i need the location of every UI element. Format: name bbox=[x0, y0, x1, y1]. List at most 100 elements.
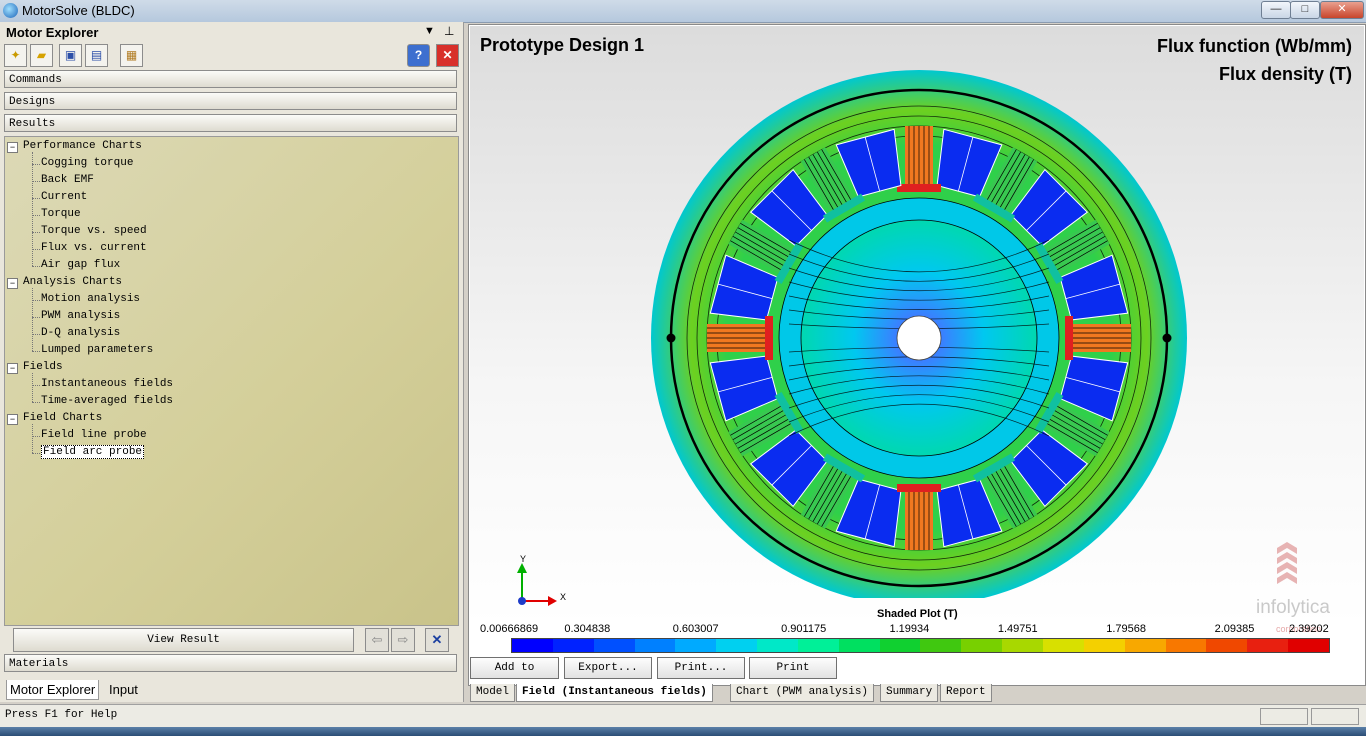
export-button[interactable]: Export... bbox=[564, 657, 652, 679]
maximize-button[interactable]: □ bbox=[1290, 1, 1320, 19]
section-results[interactable]: Results bbox=[4, 114, 457, 132]
legend-tick-label: 1.19934 bbox=[889, 623, 930, 635]
tree-connector bbox=[32, 152, 33, 266]
tree-expander-icon[interactable]: − bbox=[7, 142, 18, 153]
tab-input[interactable]: Input bbox=[106, 680, 141, 699]
tree-item[interactable]: Field line probe bbox=[41, 429, 147, 441]
colorbar-segment bbox=[1083, 639, 1125, 652]
new-file-icon[interactable]: ✦ bbox=[4, 44, 27, 67]
tree-expander-icon[interactable]: − bbox=[7, 278, 18, 289]
tree-item[interactable]: D-Q analysis bbox=[41, 327, 120, 339]
axis-triad bbox=[517, 563, 557, 606]
view-result-button[interactable]: View Result bbox=[13, 628, 354, 652]
tree-item[interactable]: Instantaneous fields bbox=[41, 378, 173, 390]
close-panel-icon[interactable]: ✕ bbox=[436, 44, 459, 67]
app-icon bbox=[3, 3, 18, 18]
tree-connector bbox=[32, 334, 40, 335]
tab-summary[interactable]: Summary bbox=[880, 684, 939, 702]
tree-expander-icon[interactable]: − bbox=[7, 414, 18, 425]
shaft-hole bbox=[896, 315, 942, 361]
explorer-bottom-tabs: Motor Explorer Input bbox=[4, 677, 457, 700]
status-panel bbox=[1311, 708, 1359, 725]
pin-icon[interactable]: ⊥ bbox=[444, 24, 454, 38]
section-commands[interactable]: Commands bbox=[4, 70, 457, 88]
tree-item[interactable]: Time-averaged fields bbox=[41, 395, 173, 407]
tree-connector bbox=[32, 164, 40, 165]
legend-tick-label: 0.603007 bbox=[672, 623, 719, 635]
tree-item[interactable]: Motion analysis bbox=[41, 293, 140, 305]
tree-item[interactable]: Flux vs. current bbox=[41, 242, 147, 254]
colorbar-segment bbox=[593, 639, 635, 652]
taskbar bbox=[0, 727, 1366, 736]
field-plot-viewport[interactable]: Prototype Design 1 Flux function (Wb/mm)… bbox=[470, 26, 1364, 653]
add-to-button[interactable]: Add to bbox=[470, 657, 559, 679]
tree-item[interactable]: Air gap flux bbox=[41, 259, 120, 271]
tree-item[interactable]: Cogging torque bbox=[41, 157, 133, 169]
legend-tick-label: 0.00666869 bbox=[480, 623, 539, 635]
colorbar-segment bbox=[961, 639, 1003, 652]
print-button[interactable]: Print bbox=[749, 657, 837, 679]
tree-group[interactable]: Field Charts bbox=[23, 412, 102, 424]
colorbar-segment bbox=[552, 639, 594, 652]
colorbar-segment bbox=[1288, 639, 1329, 652]
close-window-button[interactable]: ✕ bbox=[1320, 1, 1364, 19]
colorbar-segment bbox=[634, 639, 676, 652]
tab-field[interactable]: Field (Instantaneous fields) bbox=[516, 684, 713, 702]
save-icon[interactable]: ▣ bbox=[59, 44, 82, 67]
colorbar-segment bbox=[1247, 639, 1289, 652]
legend-tick-label: 0.901175 bbox=[781, 623, 827, 635]
tree-item[interactable]: Field arc probe bbox=[41, 445, 145, 459]
tree-expander-icon[interactable]: − bbox=[7, 363, 18, 374]
section-materials[interactable]: Materials bbox=[4, 654, 457, 672]
status-text: Press F1 for Help bbox=[5, 709, 118, 721]
axis-x-label: X bbox=[560, 592, 567, 602]
tree-item[interactable]: Current bbox=[41, 191, 87, 203]
tree-connector bbox=[32, 351, 40, 352]
motor-explorer-panel: Motor Explorer ▼ ⊥ ✦ ▰ ▣ ▤ ▦ ? ✕ Command… bbox=[0, 22, 464, 702]
colorbar-segment bbox=[675, 639, 717, 652]
tree-item[interactable]: Torque vs. speed bbox=[41, 225, 147, 237]
tree-group[interactable]: Performance Charts bbox=[23, 140, 142, 152]
legend-tick-label: 0.304838 bbox=[564, 623, 611, 635]
tree-item[interactable]: Torque bbox=[41, 208, 81, 220]
properties-icon[interactable]: ▦ bbox=[120, 44, 143, 67]
tree-item[interactable]: Lumped parameters bbox=[41, 344, 153, 356]
axis-y-label: Y bbox=[520, 554, 527, 564]
explorer-toolbar: ✦ ▰ ▣ ▤ ▦ ? ✕ bbox=[0, 42, 463, 68]
tree-group[interactable]: Analysis Charts bbox=[23, 276, 122, 288]
tab-chart[interactable]: Chart (PWM analysis) bbox=[730, 684, 875, 702]
tab-report[interactable]: Report bbox=[940, 684, 992, 702]
design-title: Prototype Design 1 bbox=[480, 35, 645, 55]
next-result-icon[interactable]: ⇨ bbox=[391, 628, 415, 652]
save-as-icon[interactable]: ▤ bbox=[85, 44, 108, 67]
motor-field-plot bbox=[651, 70, 1187, 598]
pane-menu-icon[interactable]: ▼ bbox=[424, 25, 435, 37]
tab-model[interactable]: Model bbox=[470, 684, 516, 702]
colorbar-segment bbox=[920, 639, 962, 652]
tree-group[interactable]: Fields bbox=[23, 361, 63, 373]
tree-item[interactable]: Back EMF bbox=[41, 174, 94, 186]
colorbar-segment bbox=[797, 639, 839, 652]
prev-result-icon[interactable]: ⇦ bbox=[365, 628, 389, 652]
tree-connector bbox=[32, 453, 40, 454]
print-preview-button[interactable]: Print... bbox=[657, 657, 745, 679]
open-folder-icon[interactable]: ▰ bbox=[30, 44, 53, 67]
minimize-button[interactable]: — bbox=[1261, 1, 1291, 19]
tree-connector bbox=[32, 232, 40, 233]
help-icon[interactable]: ? bbox=[407, 44, 430, 67]
section-designs[interactable]: Designs bbox=[4, 92, 457, 110]
tree-connector bbox=[32, 215, 40, 216]
tree-connector bbox=[32, 300, 40, 301]
legend-tick-label: 1.79568 bbox=[1106, 623, 1147, 635]
tree-item[interactable]: PWM analysis bbox=[41, 310, 120, 322]
colorbar-segment bbox=[1124, 639, 1166, 652]
panel-header: Motor Explorer ▼ ⊥ bbox=[0, 22, 463, 42]
field-viewer: Prototype Design 1 Flux function (Wb/mm)… bbox=[468, 24, 1366, 686]
remove-result-icon[interactable]: ✕ bbox=[425, 628, 449, 652]
tree-connector bbox=[32, 402, 40, 403]
view-tabs: Model Field (Instantaneous fields) Chart… bbox=[468, 684, 1364, 702]
legend-tick-label: 1.49751 bbox=[997, 623, 1038, 635]
tree-connector bbox=[32, 317, 40, 318]
tab-motor-explorer[interactable]: Motor Explorer bbox=[6, 680, 100, 700]
tree-connector bbox=[32, 424, 33, 453]
